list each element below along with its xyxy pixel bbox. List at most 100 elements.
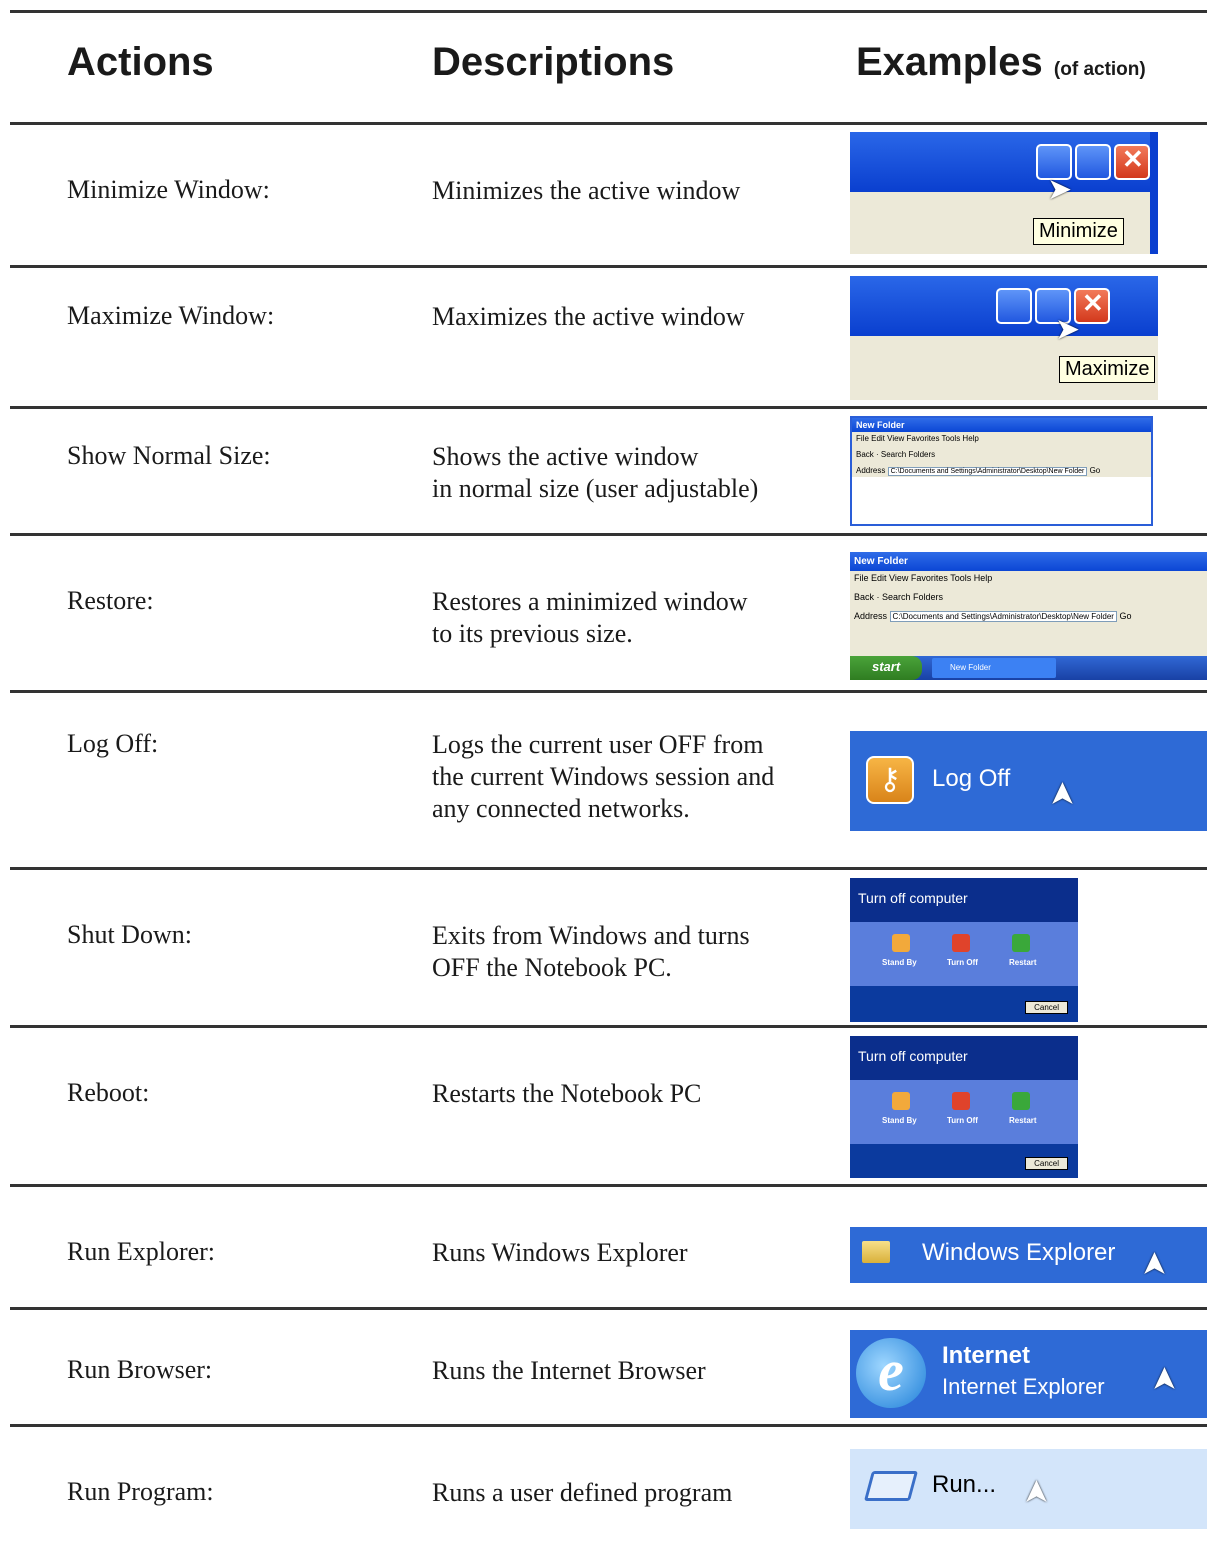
description-line: Exits from Windows and turns <box>432 921 750 950</box>
table-row: Restore: Restores a minimized window to … <box>0 536 1207 690</box>
description-text: Logs the current user OFF from the curre… <box>432 729 774 825</box>
address-field[interactable]: C:\Documents and Settings\Administrator\… <box>889 611 1117 622</box>
action-label: Maximize Window: <box>67 301 275 330</box>
description-line: Restores a minimized window <box>432 587 748 616</box>
table-row: Run Program: Runs a user defined program… <box>0 1427 1207 1547</box>
maximize-tooltip: Maximize <box>1059 356 1156 383</box>
explorer-label[interactable]: Windows Explorer <box>922 1239 1115 1267</box>
shutdown-example: Turn off computer Stand By Turn Off Rest… <box>850 878 1078 1022</box>
table-row: Show Normal Size: Shows the active windo… <box>0 409 1207 533</box>
cancel-button[interactable]: Cancel <box>1025 1001 1068 1014</box>
maximize-example: ✕ ➤ Maximize <box>850 276 1158 400</box>
top-rule <box>10 10 1207 13</box>
description-text: Exits from Windows and turns OFF the Not… <box>432 920 750 984</box>
action-label: Shut Down: <box>67 920 192 949</box>
description-text: Shows the active window in normal size (… <box>432 441 758 505</box>
restart-icon[interactable] <box>1012 934 1030 952</box>
turnoff-label: Turn Off <box>947 958 978 967</box>
turnoff-title: Turn off computer <box>850 1036 1078 1080</box>
header-actions: Actions <box>67 40 214 84</box>
action-label: Log Off: <box>67 729 159 758</box>
go-button[interactable]: Go <box>1120 611 1132 621</box>
table-row: Run Explorer: Runs Windows Explorer Wind… <box>0 1187 1207 1307</box>
run-icon <box>863 1471 919 1501</box>
description-line: in normal size (user adjustable) <box>432 474 759 503</box>
logoff-example: ⚷ Log Off ➤ <box>850 731 1207 831</box>
taskbar-item-new-folder[interactable]: New Folder <box>932 658 1056 678</box>
window-border <box>1150 132 1158 254</box>
table-row: Reboot: Restarts the Notebook PC Turn of… <box>0 1028 1207 1184</box>
address-label: Address <box>854 611 888 621</box>
cursor-icon: ➤ <box>1135 1250 1172 1278</box>
standby-label: Stand By <box>882 958 917 967</box>
cursor-icon: ➤ <box>1017 1478 1054 1506</box>
standby-icon[interactable] <box>892 1092 910 1110</box>
action-label: Run Program: <box>67 1477 214 1506</box>
minimize-example: ✕ ➤ Minimize <box>850 132 1158 254</box>
key-icon: ⚷ <box>866 756 914 804</box>
header-examples-text: Examples <box>856 40 1043 84</box>
standby-label: Stand By <box>882 1116 917 1125</box>
table-row: Minimize Window: Minimizes the active wi… <box>0 125 1207 265</box>
taskbar: start New Folder <box>850 656 1207 680</box>
description-line: to its previous size. <box>432 619 633 648</box>
menu-bar: File Edit View Favorites Tools Help <box>850 571 1207 585</box>
toolbar: Back · Search Folders <box>850 585 1207 609</box>
start-button[interactable]: start <box>850 656 922 680</box>
description-text: Runs the Internet Browser <box>432 1355 706 1387</box>
header-examples-note: (of action) <box>1053 59 1146 80</box>
run-label[interactable]: Run... <box>932 1471 996 1499</box>
header-descriptions: Descriptions <box>432 40 675 84</box>
turnoff-options: Stand By Turn Off Restart <box>850 922 1078 986</box>
header-examples: Examples (of action) <box>856 40 1146 85</box>
address-label: Address <box>856 466 886 475</box>
title-bar <box>850 132 1158 192</box>
go-button[interactable]: Go <box>1090 466 1101 475</box>
maximize-button[interactable] <box>1075 144 1111 180</box>
description-text: Restarts the Notebook PC <box>432 1078 701 1110</box>
normal-size-example: New Folder File Edit View Favorites Tool… <box>850 416 1153 526</box>
description-line: the current Windows session and <box>432 762 775 791</box>
logoff-label[interactable]: Log Off <box>932 765 1010 793</box>
description-line: Runs Windows Explorer <box>432 1238 688 1267</box>
restart-icon[interactable] <box>1012 1092 1030 1110</box>
table-row: Run Browser: Runs the Internet Browser e… <box>0 1310 1207 1424</box>
reboot-example: Turn off computer Stand By Turn Off Rest… <box>850 1036 1078 1178</box>
run-example: Run... ➤ <box>850 1449 1207 1529</box>
description-text: Runs Windows Explorer <box>432 1237 688 1269</box>
description-line: any connected networks. <box>432 794 690 823</box>
table-row: Shut Down: Exits from Windows and turns … <box>0 870 1207 1025</box>
turnoff-label: Turn Off <box>947 1116 978 1125</box>
close-button[interactable]: ✕ <box>1114 144 1150 180</box>
description-text: Restores a minimized window to its previ… <box>432 586 748 650</box>
folder-icon <box>862 1241 890 1263</box>
description-line: Shows the active window <box>432 442 699 471</box>
window-title: New Folder <box>850 552 1207 571</box>
description-line: OFF the Notebook PC. <box>432 953 672 982</box>
browser-example: e Internet Internet Explorer ➤ <box>850 1330 1207 1418</box>
turnoff-icon[interactable] <box>952 934 970 952</box>
minimize-tooltip: Minimize <box>1033 218 1124 245</box>
cancel-button[interactable]: Cancel <box>1025 1157 1068 1170</box>
internet-title[interactable]: Internet <box>942 1342 1030 1370</box>
restore-example: New Folder File Edit View Favorites Tool… <box>850 552 1207 680</box>
toolbar: Back · Search Folders <box>852 445 1151 464</box>
turnoff-options: Stand By Turn Off Restart <box>850 1080 1078 1144</box>
close-icon: ✕ <box>1122 144 1144 174</box>
minimize-button[interactable] <box>996 288 1032 324</box>
close-icon: ✕ <box>1082 288 1104 318</box>
action-label: Run Explorer: <box>67 1237 216 1266</box>
table-row: Log Off: Logs the current user OFF from … <box>0 693 1207 867</box>
address-field[interactable]: C:\Documents and Settings\Administrator\… <box>887 467 1088 476</box>
action-label: Reboot: <box>67 1078 150 1107</box>
description-line: Minimizes the active window <box>432 176 741 205</box>
cursor-icon: ➤ <box>1043 780 1080 808</box>
standby-icon[interactable] <box>892 934 910 952</box>
address-bar: Address C:\Documents and Settings\Admini… <box>850 609 1207 623</box>
internet-explorer-icon: e <box>856 1338 926 1408</box>
restart-label: Restart <box>1009 1116 1037 1125</box>
turnoff-icon[interactable] <box>952 1092 970 1110</box>
description-line: Restarts the Notebook PC <box>432 1079 702 1108</box>
menu-bar: File Edit View Favorites Tools Help <box>852 432 1151 445</box>
description-text: Minimizes the active window <box>432 175 740 207</box>
